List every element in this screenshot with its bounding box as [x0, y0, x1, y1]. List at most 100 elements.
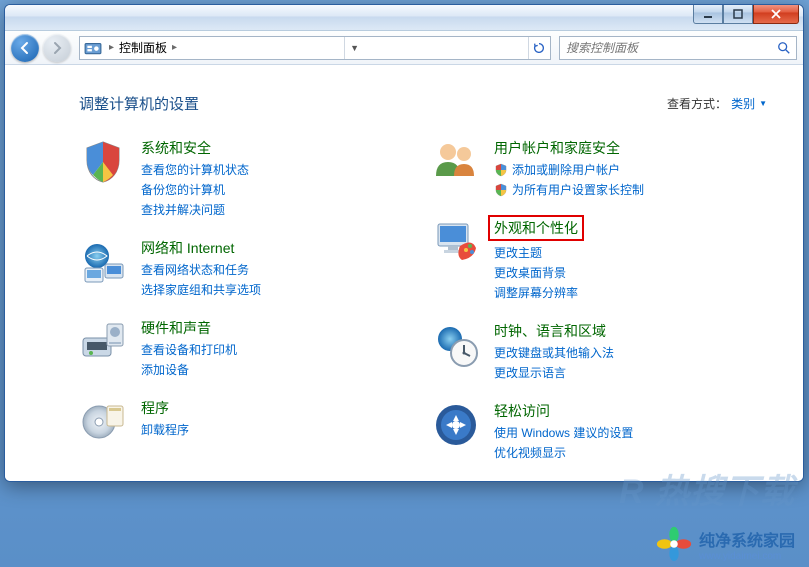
- uac-shield-icon: [494, 163, 508, 177]
- navbar: ▸ 控制面板 ▸ ▼: [5, 31, 803, 65]
- category-links: 使用 Windows 建议的设置优化视频显示: [494, 424, 633, 461]
- category-body: 用户帐户和家庭安全添加或删除用户帐户为所有用户设置家长控制: [494, 138, 644, 198]
- category-link[interactable]: 卸载程序: [141, 421, 189, 438]
- category-link-text: 查看设备和打印机: [141, 341, 237, 358]
- category-link-text: 优化视频显示: [494, 444, 566, 461]
- category-link-text: 查找并解决问题: [141, 201, 225, 218]
- category-link[interactable]: 使用 Windows 建议的设置: [494, 424, 633, 441]
- category-link-text: 查看您的计算机状态: [141, 161, 249, 178]
- forward-button[interactable]: [43, 34, 71, 62]
- category-link[interactable]: 更改主题: [494, 244, 578, 261]
- shield-icon: [79, 138, 127, 186]
- uac-shield-icon: [494, 183, 508, 197]
- category-link-text: 查看网络状态和任务: [141, 261, 249, 278]
- category-links: 卸载程序: [141, 421, 189, 438]
- category-link-text: 备份您的计算机: [141, 181, 225, 198]
- category-title[interactable]: 系统和安全: [141, 138, 249, 158]
- category-links: 查看您的计算机状态备份您的计算机查找并解决问题: [141, 161, 249, 218]
- category-link-text: 添加或删除用户帐户: [512, 161, 620, 178]
- back-button[interactable]: [11, 34, 39, 62]
- category-title[interactable]: 硬件和声音: [141, 318, 237, 338]
- clock-icon: [432, 321, 480, 369]
- content-header: 调整计算机的设置 查看方式： 类别 ▼: [79, 93, 767, 114]
- network-icon: [79, 238, 127, 286]
- category-item: 系统和安全查看您的计算机状态备份您的计算机查找并解决问题: [79, 138, 414, 218]
- category-body: 轻松访问使用 Windows 建议的设置优化视频显示: [494, 401, 633, 461]
- category-link-text: 为所有用户设置家长控制: [512, 181, 644, 198]
- view-by-label: 查看方式：: [667, 95, 727, 112]
- category-item: 网络和 Internet 查看网络状态和任务选择家庭组和共享选项: [79, 238, 414, 298]
- view-by: 查看方式： 类别 ▼: [667, 95, 767, 112]
- category-column-right: 用户帐户和家庭安全添加或删除用户帐户为所有用户设置家长控制外观和个性化更改主题更…: [432, 138, 767, 461]
- category-link-text: 选择家庭组和共享选项: [141, 281, 261, 298]
- category-title[interactable]: 轻松访问: [494, 401, 633, 421]
- watermark-2-sub: www.yidaimei.com: [699, 551, 795, 562]
- search-box[interactable]: [559, 36, 797, 60]
- category-link[interactable]: 更改显示语言: [494, 364, 614, 381]
- category-link[interactable]: 优化视频显示: [494, 444, 633, 461]
- chevron-down-icon[interactable]: ▼: [759, 99, 767, 108]
- control-panel-window: ▸ 控制面板 ▸ ▼ 调整计算机的设置 查看方式： 类别 ▼ 系统和安全查看您的…: [4, 4, 804, 482]
- category-link[interactable]: 查看设备和打印机: [141, 341, 237, 358]
- window-buttons: [693, 4, 799, 24]
- control-panel-icon: [84, 39, 102, 57]
- chevron-right-icon: ▸: [106, 42, 117, 53]
- category-item: 轻松访问使用 Windows 建议的设置优化视频显示: [432, 401, 767, 461]
- watermark-2-text: 纯净系统家园: [699, 527, 795, 551]
- category-item: 外观和个性化更改主题更改桌面背景调整屏幕分辨率: [432, 218, 767, 301]
- search-input[interactable]: [560, 41, 772, 55]
- category-body: 网络和 Internet 查看网络状态和任务选择家庭组和共享选项: [141, 238, 261, 298]
- users-icon: [432, 138, 480, 186]
- logo-icon: [655, 525, 693, 563]
- search-button[interactable]: [772, 37, 796, 59]
- category-link-text: 更改显示语言: [494, 364, 566, 381]
- category-link[interactable]: 调整屏幕分辨率: [494, 284, 578, 301]
- category-link[interactable]: 添加设备: [141, 361, 237, 378]
- category-links: 更改键盘或其他输入法更改显示语言: [494, 344, 614, 381]
- category-item: 程序卸载程序: [79, 398, 414, 446]
- address-bar[interactable]: ▸ 控制面板 ▸ ▼: [79, 36, 551, 60]
- category-link[interactable]: 添加或删除用户帐户: [494, 161, 644, 178]
- category-link[interactable]: 更改桌面背景: [494, 264, 578, 281]
- category-link[interactable]: 备份您的计算机: [141, 181, 249, 198]
- category-title[interactable]: 外观和个性化: [488, 215, 584, 241]
- category-link[interactable]: 更改键盘或其他输入法: [494, 344, 614, 361]
- chevron-right-icon: ▸: [169, 42, 180, 53]
- maximize-button[interactable]: [723, 4, 753, 24]
- category-link[interactable]: 查看网络状态和任务: [141, 261, 261, 278]
- category-title[interactable]: 网络和 Internet: [141, 238, 261, 258]
- category-links: 查看设备和打印机添加设备: [141, 341, 237, 378]
- category-link[interactable]: 选择家庭组和共享选项: [141, 281, 261, 298]
- category-link-text: 卸载程序: [141, 421, 189, 438]
- category-item: 时钟、语言和区域更改键盘或其他输入法更改显示语言: [432, 321, 767, 381]
- watermark-2: 纯净系统家园 www.yidaimei.com: [655, 525, 795, 563]
- category-title[interactable]: 时钟、语言和区域: [494, 321, 614, 341]
- titlebar: [5, 5, 803, 31]
- category-link-text: 更改主题: [494, 244, 542, 261]
- category-body: 硬件和声音查看设备和打印机添加设备: [141, 318, 237, 378]
- category-title[interactable]: 程序: [141, 398, 189, 418]
- category-body: 系统和安全查看您的计算机状态备份您的计算机查找并解决问题: [141, 138, 249, 218]
- chevron-down-icon[interactable]: ▼: [344, 37, 364, 59]
- category-item: 硬件和声音查看设备和打印机添加设备: [79, 318, 414, 378]
- category-title[interactable]: 用户帐户和家庭安全: [494, 138, 644, 158]
- category-links: 更改主题更改桌面背景调整屏幕分辨率: [494, 244, 578, 301]
- category-link[interactable]: 为所有用户设置家长控制: [494, 181, 644, 198]
- close-button[interactable]: [753, 4, 799, 24]
- refresh-button[interactable]: [528, 37, 550, 59]
- ease-icon: [432, 401, 480, 449]
- category-link[interactable]: 查找并解决问题: [141, 201, 249, 218]
- category-links: 添加或删除用户帐户为所有用户设置家长控制: [494, 161, 644, 198]
- page-title: 调整计算机的设置: [79, 93, 199, 114]
- category-item: 用户帐户和家庭安全添加或删除用户帐户为所有用户设置家长控制: [432, 138, 767, 198]
- category-link[interactable]: 查看您的计算机状态: [141, 161, 249, 178]
- appearance-icon: [432, 218, 480, 266]
- category-link-text: 使用 Windows 建议的设置: [494, 424, 633, 441]
- category-link-text: 调整屏幕分辨率: [494, 284, 578, 301]
- category-body: 外观和个性化更改主题更改桌面背景调整屏幕分辨率: [494, 218, 578, 301]
- breadcrumb-root[interactable]: 控制面板: [117, 39, 169, 56]
- category-body: 时钟、语言和区域更改键盘或其他输入法更改显示语言: [494, 321, 614, 381]
- minimize-button[interactable]: [693, 4, 723, 24]
- view-by-value[interactable]: 类别: [731, 95, 755, 112]
- category-links: 查看网络状态和任务选择家庭组和共享选项: [141, 261, 261, 298]
